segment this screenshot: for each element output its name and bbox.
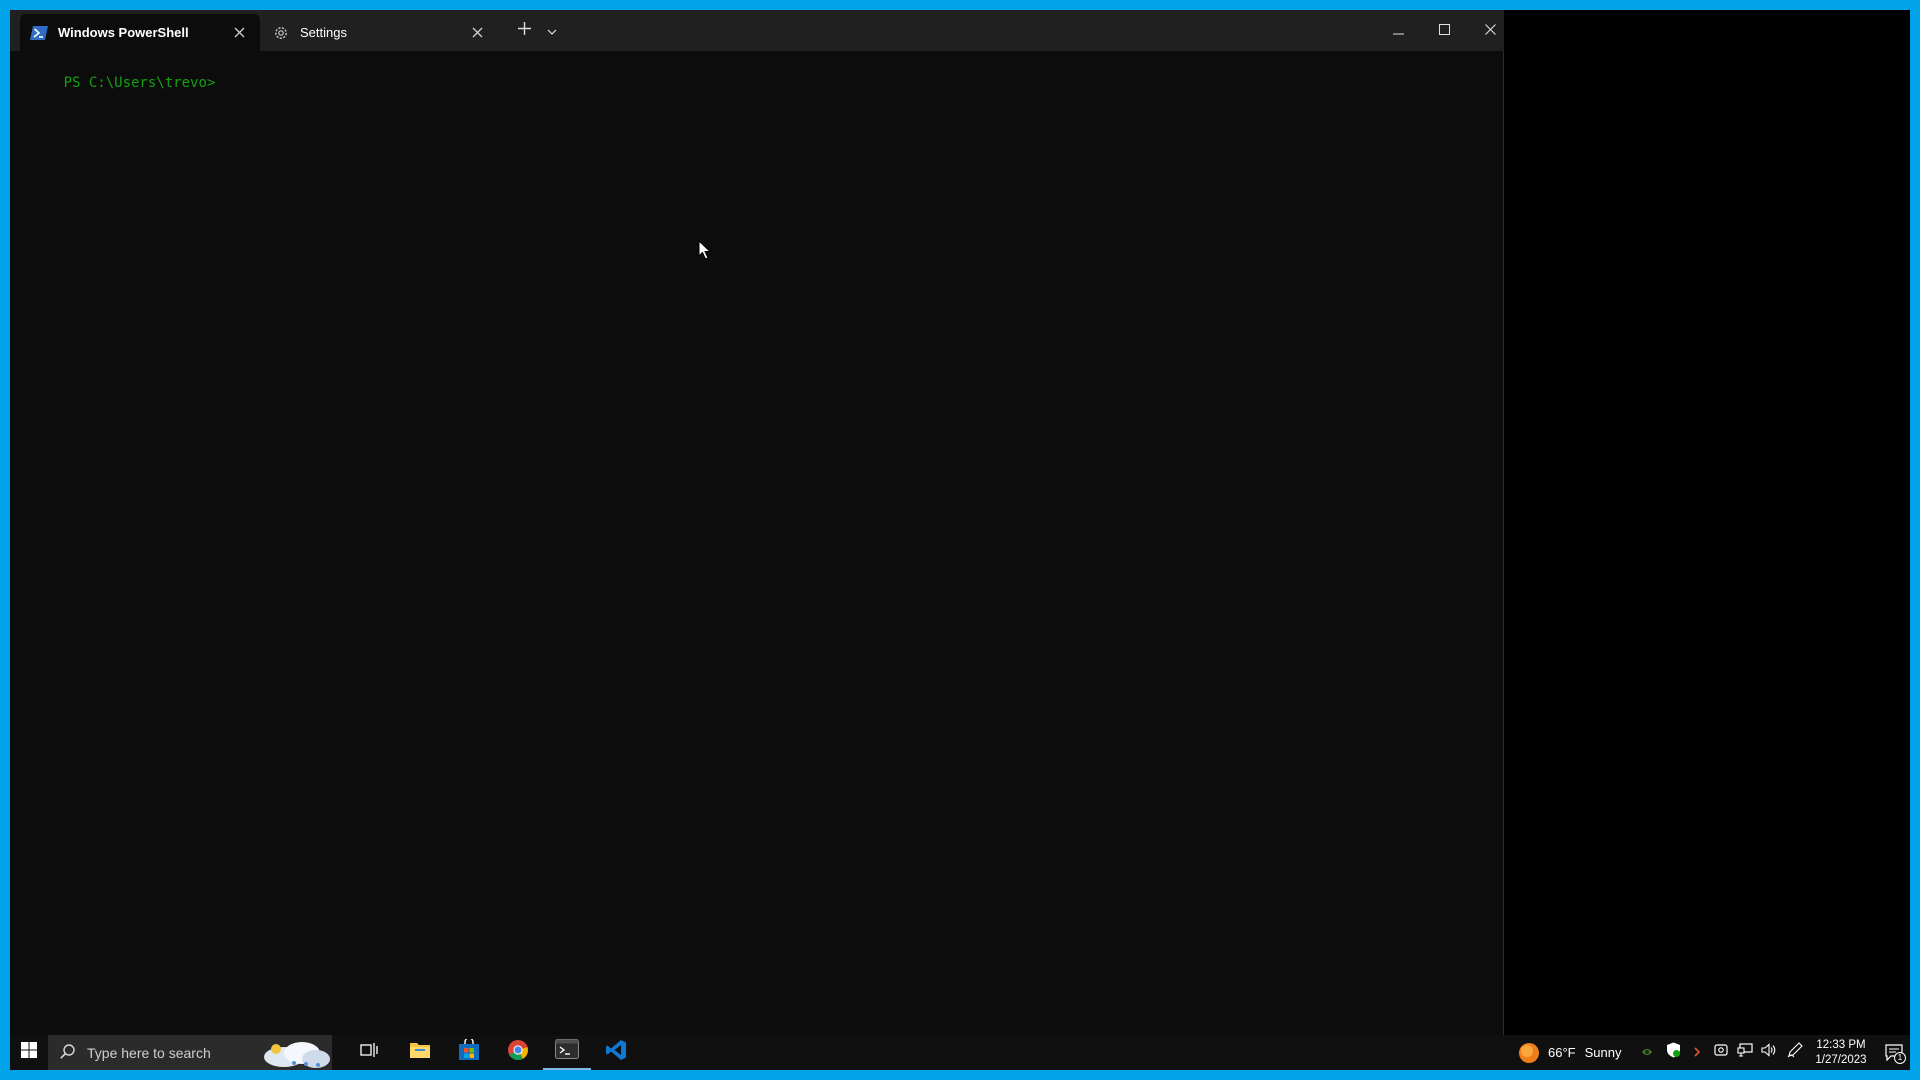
clock-time: 12:33 PM [1816,1038,1866,1051]
system-clock[interactable]: 12:33 PM 1/27/2023 [1810,1037,1872,1068]
taskbar-file-explorer[interactable] [396,1035,444,1070]
tab-label: Settings [300,25,347,40]
search-placeholder: Type here to search [87,1044,211,1061]
notification-badge: 1 [1894,1052,1906,1064]
close-tab-icon[interactable] [228,22,250,44]
taskbar-search[interactable]: Type here to search [48,1035,332,1070]
search-highlight-illustration [254,1035,332,1070]
network-icon [1737,1043,1753,1062]
microsoft-store-icon [458,1037,480,1066]
taskbar-chrome[interactable] [494,1035,542,1070]
tray-nvidia[interactable] [1637,1035,1657,1070]
minimize-button[interactable] [1375,10,1421,51]
nvidia-icon [1641,1044,1653,1062]
tab-windows-powershell[interactable]: Windows PowerShell [20,14,260,51]
terminal-icon [555,1039,579,1064]
shield-icon [1666,1042,1681,1063]
tray-network[interactable] [1734,1035,1756,1070]
file-explorer-icon [409,1041,431,1064]
shell-prompt: PS C:\Users\trevo> [63,75,216,91]
sun-icon [1518,1042,1540,1064]
search-icon [60,1043,75,1062]
windows-logo-icon [21,1042,37,1063]
mouse-pointer-icon [698,239,712,265]
tray-pen[interactable] [1784,1035,1806,1070]
desktop: Windows PowerShell Settings PS C:\Users\… [10,10,1910,1070]
task-view-button[interactable] [345,1035,393,1070]
maximize-icon [1438,22,1450,40]
tab-label: Windows PowerShell [58,25,189,40]
maximize-button[interactable] [1421,10,1467,51]
taskbar: Type here to search 66°F Sunny 12:33 PM … [10,1035,1910,1070]
chevron-right-icon [1694,1044,1701,1062]
show-hidden-icons-button[interactable] [1688,1035,1706,1070]
tab-dropdown-button[interactable] [540,18,564,44]
vscode-icon [605,1039,627,1066]
weather-temperature: 66°F [1548,1045,1576,1060]
tray-volume[interactable] [1758,1035,1780,1070]
close-window-button[interactable] [1467,10,1513,51]
chevron-down-icon [547,22,557,40]
taskbar-microsoft-store[interactable] [445,1035,493,1070]
terminal-output[interactable]: PS C:\Users\trevo> [10,51,1504,1035]
volume-icon [1761,1043,1777,1062]
weather-condition: Sunny [1584,1045,1622,1060]
notification-icon: 1 [1885,1044,1906,1064]
taskbar-vscode[interactable] [592,1035,640,1070]
powershell-icon [30,24,48,42]
taskbar-terminal[interactable] [543,1035,591,1070]
task-view-icon [360,1042,378,1063]
title-bar[interactable]: Windows PowerShell Settings [10,10,1504,51]
camera-icon [1714,1043,1728,1062]
plus-icon [517,22,531,40]
tab-settings[interactable]: Settings [262,14,498,51]
close-tab-icon[interactable] [466,22,488,44]
close-icon [1484,22,1496,40]
minimize-icon [1392,22,1404,40]
clock-date: 1/27/2023 [1815,1053,1867,1066]
tray-meet-now[interactable] [1710,1035,1732,1070]
tray-security[interactable] [1662,1035,1684,1070]
start-button[interactable] [10,1035,48,1070]
notification-center-button[interactable]: 1 [1878,1035,1910,1070]
chrome-icon [507,1039,529,1066]
weather-widget[interactable]: 66°F Sunny [1518,1035,1628,1070]
gear-icon [272,24,290,42]
pen-icon [1787,1042,1803,1063]
new-tab-button[interactable] [510,18,538,44]
terminal-window: Windows PowerShell Settings PS C:\Users\… [10,10,1504,1035]
